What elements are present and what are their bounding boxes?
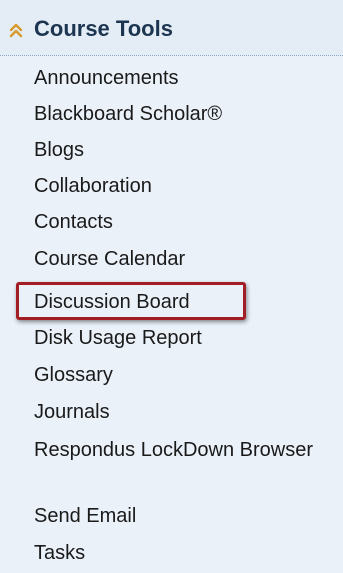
panel-title: Course Tools xyxy=(34,16,173,41)
menu-item-label[interactable]: Announcements xyxy=(34,66,179,90)
menu-item-label[interactable]: Glossary xyxy=(34,363,113,387)
menu-item-respondus-lockdown-browser[interactable]: Respondus LockDown Browser xyxy=(0,432,343,492)
menu-item-announcements[interactable]: Announcements xyxy=(0,62,343,92)
menu-item-disk-usage-report[interactable]: Disk Usage Report xyxy=(0,322,343,352)
course-tools-header[interactable]: Course Tools xyxy=(0,0,343,56)
menu-item-blogs[interactable]: Blogs xyxy=(0,134,343,164)
menu-item-send-email[interactable]: Send Email xyxy=(0,500,343,530)
menu-item-collaboration[interactable]: Collaboration xyxy=(0,170,343,200)
menu-item-label[interactable]: Disk Usage Report xyxy=(34,326,202,350)
menu-item-discussion-board[interactable]: Discussion Board xyxy=(0,286,343,316)
menu-item-blackboard-scholar[interactable]: Blackboard Scholar® xyxy=(0,98,343,128)
menu-item-tasks[interactable]: Tasks xyxy=(0,537,343,567)
menu-item-label[interactable]: Respondus LockDown Browser xyxy=(34,436,324,464)
menu-item-label[interactable]: Tasks xyxy=(34,541,85,565)
double-chevron-up-icon[interactable] xyxy=(7,21,25,39)
menu-item-label[interactable]: Blackboard Scholar® xyxy=(34,102,222,126)
menu-item-contacts[interactable]: Contacts xyxy=(0,206,343,236)
course-tools-panel: Course Tools Announcements Blackboard Sc… xyxy=(0,0,343,573)
menu-item-course-calendar[interactable]: Course Calendar xyxy=(0,243,343,273)
menu-item-journals[interactable]: Journals xyxy=(0,396,343,426)
menu-item-label[interactable]: Discussion Board xyxy=(34,290,190,314)
menu-item-label[interactable]: Journals xyxy=(34,400,110,424)
menu-item-label[interactable]: Send Email xyxy=(34,504,136,528)
menu-item-label[interactable]: Collaboration xyxy=(34,174,152,198)
menu-item-label[interactable]: Contacts xyxy=(34,210,113,234)
menu-item-label[interactable]: Course Calendar xyxy=(34,247,185,271)
menu-item-label[interactable]: Blogs xyxy=(34,138,84,162)
menu-item-glossary[interactable]: Glossary xyxy=(0,359,343,389)
